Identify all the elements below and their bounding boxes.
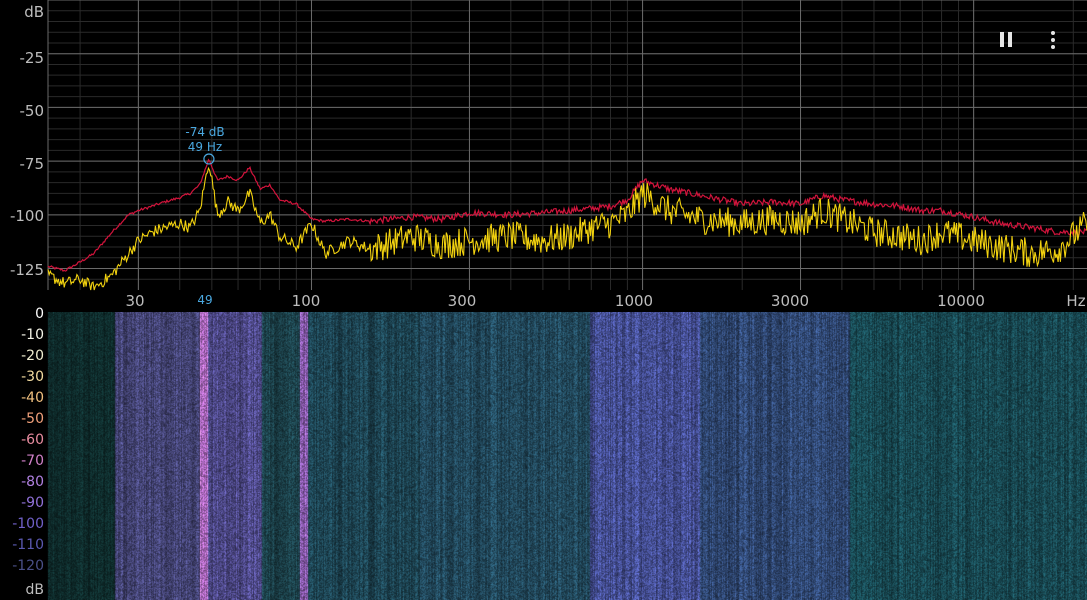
peak-label: -74 dB 49 Hz: [185, 125, 224, 155]
legend-unit-label: dB: [25, 582, 45, 598]
more-vert-icon: [1051, 31, 1055, 35]
x-tick-label: 300: [447, 292, 477, 310]
spectrum-plot[interactable]: [0, 0, 1087, 312]
legend-level-label: -90: [21, 495, 44, 511]
legend-level-label: -30: [21, 369, 44, 385]
peak-db-label: -74 dB: [185, 125, 225, 139]
more-options-button[interactable]: [1040, 28, 1068, 52]
peak-freq-label: 49 Hz: [187, 140, 223, 154]
pause-icon: [1000, 32, 1004, 47]
legend-level-label: 0: [35, 306, 44, 322]
x-tick-label: 1000: [614, 292, 654, 310]
spectrogram-waterfall[interactable]: [0, 312, 1087, 600]
peak-axis-marker: 49: [197, 293, 213, 307]
x-axis-unit: Hz: [1066, 292, 1086, 310]
more-vert-icon: [1051, 38, 1055, 42]
peak-hold-series: [47, 158, 1087, 272]
legend-level-label: -110: [12, 537, 44, 553]
y-axis-unit: dB: [24, 3, 44, 21]
peak-marker: [203, 153, 215, 165]
y-tick-label: -50: [19, 102, 45, 120]
y-tick-label: -25: [19, 49, 45, 67]
legend-level-label: -60: [21, 432, 44, 448]
y-tick-label: -75: [19, 155, 45, 173]
legend-level-label: -50: [21, 411, 44, 427]
more-vert-icon: [1051, 45, 1055, 49]
pause-button[interactable]: [992, 28, 1020, 52]
legend-level-label: -20: [21, 348, 44, 364]
legend-level-label: -120: [12, 558, 44, 574]
legend-level-label: -100: [12, 516, 44, 532]
x-tick-label: 3000: [770, 292, 810, 310]
legend-level-label: -80: [21, 474, 44, 490]
legend-level-label: -70: [21, 453, 44, 469]
pause-icon: [1008, 32, 1012, 47]
x-tick-label: 30: [125, 292, 145, 310]
x-tick-label: 10000: [937, 292, 985, 310]
legend-level-label: -40: [21, 390, 44, 406]
x-tick-label: 100: [291, 292, 321, 310]
y-tick-label: -100: [9, 207, 44, 225]
legend-level-label: -10: [21, 327, 44, 343]
y-tick-label: -125: [9, 261, 44, 279]
live-spectrum-series: [47, 166, 1087, 291]
